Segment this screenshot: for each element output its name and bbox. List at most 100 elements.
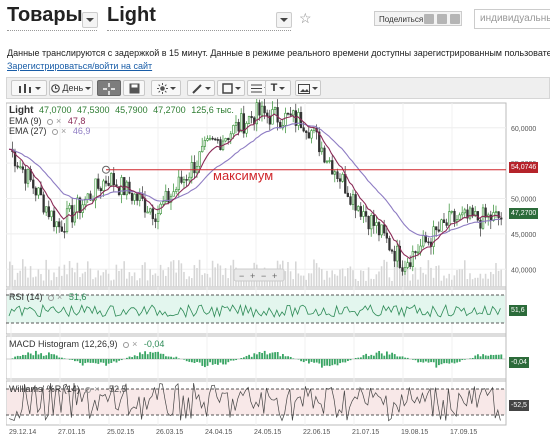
shapes-button[interactable] xyxy=(217,80,245,96)
chart-type-button[interactable] xyxy=(11,80,47,96)
macd-bar xyxy=(40,353,43,359)
volume-bar xyxy=(222,274,224,287)
candle-body xyxy=(338,178,342,182)
volume-bar xyxy=(204,273,206,287)
candle-body xyxy=(471,207,474,217)
twitter-icon[interactable] xyxy=(437,14,447,24)
candle-body xyxy=(58,221,61,228)
macd-bar xyxy=(235,359,238,361)
macd-bar xyxy=(50,354,53,359)
candle-body xyxy=(396,245,399,262)
volume-bar xyxy=(92,279,94,287)
macd-bar xyxy=(490,354,492,359)
instrument-dropdown[interactable] xyxy=(276,12,292,28)
macd-bar xyxy=(48,352,50,359)
macd-bar xyxy=(42,355,45,359)
volume-bar xyxy=(495,263,497,287)
volume-bar xyxy=(341,268,344,287)
macd-bar xyxy=(367,356,370,359)
gear-icon[interactable] xyxy=(85,386,92,393)
candle-body xyxy=(86,193,89,200)
close-icon[interactable]: × xyxy=(94,384,99,394)
candle-body xyxy=(99,188,102,192)
volume-bar xyxy=(375,274,378,287)
max-annotation[interactable]: максимум xyxy=(213,168,273,183)
register-link[interactable]: Зарегистрироваться/войти на сайт xyxy=(7,61,152,71)
candle-body xyxy=(50,210,53,218)
chevron-down-icon xyxy=(280,18,288,22)
volume-bar xyxy=(219,265,222,287)
volume-bar xyxy=(482,278,484,287)
volume-bar xyxy=(61,275,63,287)
volume-bar xyxy=(146,280,149,287)
volume-bar xyxy=(469,273,471,287)
gear-icon[interactable] xyxy=(52,128,59,135)
macd-bar xyxy=(380,353,383,359)
macd-bar xyxy=(113,359,115,362)
draw-line-button[interactable] xyxy=(187,80,215,96)
text-tool-button[interactable]: T xyxy=(265,80,291,96)
macd-bar xyxy=(224,359,227,365)
volume-bar xyxy=(102,272,105,287)
volume-bar xyxy=(380,266,383,287)
macd-bar xyxy=(204,359,206,368)
macd-bar xyxy=(391,352,394,359)
image-button[interactable] xyxy=(295,80,321,96)
macd-bar xyxy=(484,355,487,359)
volume-bar xyxy=(100,275,102,287)
volume-bar xyxy=(141,264,144,287)
macd-bar xyxy=(323,359,326,366)
macd-bar xyxy=(110,359,113,363)
candle-body xyxy=(375,222,378,226)
instrument-underline xyxy=(107,30,291,31)
googleplus-icon[interactable] xyxy=(450,14,460,24)
macd-bar xyxy=(308,359,310,364)
search-input[interactable]: индивидуальный xyxy=(474,9,550,29)
close-value: 47,2700 xyxy=(153,105,186,115)
category-dropdown[interactable] xyxy=(82,12,98,28)
macd-bar xyxy=(227,359,230,363)
crosshair-icon xyxy=(103,82,115,95)
macd-bar xyxy=(243,357,245,359)
macd-bar xyxy=(305,359,308,361)
gear-icon[interactable] xyxy=(123,341,130,348)
volume-bar xyxy=(464,260,466,287)
macd-bar xyxy=(404,357,407,359)
macd-bar xyxy=(211,359,214,365)
save-button[interactable] xyxy=(123,80,145,96)
candle-body xyxy=(393,250,396,262)
macd-bar xyxy=(331,359,334,366)
chart-area[interactable]: 60,000055,000050,000045,000040,000029.12… xyxy=(6,99,550,437)
volume-bar xyxy=(339,269,341,287)
period-button[interactable]: День xyxy=(49,80,93,96)
macd-bar xyxy=(27,352,30,359)
volume-bar xyxy=(367,267,370,287)
gear-icon[interactable] xyxy=(48,294,55,301)
facebook-icon[interactable] xyxy=(424,14,434,24)
volume-bar xyxy=(198,259,201,287)
candle-body xyxy=(172,191,175,197)
share-button[interactable]: Поделиться xyxy=(374,11,462,26)
macd-bar xyxy=(412,359,414,360)
close-icon[interactable]: × xyxy=(57,292,62,302)
macd-bar xyxy=(115,359,118,363)
macd-label: MACD Histogram (12,26,9) xyxy=(9,339,118,349)
indicators-button[interactable] xyxy=(151,80,181,96)
volume-bar xyxy=(292,279,294,287)
candle-body xyxy=(97,178,100,189)
volume-bar xyxy=(349,266,352,287)
candle-body xyxy=(328,160,331,162)
candle-body xyxy=(63,230,66,233)
star-icon[interactable]: ☆ xyxy=(299,10,312,27)
close-icon[interactable]: × xyxy=(61,126,66,136)
macd-bar xyxy=(92,359,95,363)
candle-body xyxy=(271,109,274,125)
close-icon[interactable]: × xyxy=(132,339,137,349)
macd-bar xyxy=(440,359,443,365)
crosshair-button[interactable] xyxy=(97,80,121,96)
macd-bar xyxy=(24,355,27,359)
macd-bar xyxy=(456,359,459,363)
gear-icon[interactable] xyxy=(47,118,54,125)
close-icon[interactable]: × xyxy=(56,116,61,126)
rsi-legend: RSI (14) × 51,6 xyxy=(9,292,86,302)
